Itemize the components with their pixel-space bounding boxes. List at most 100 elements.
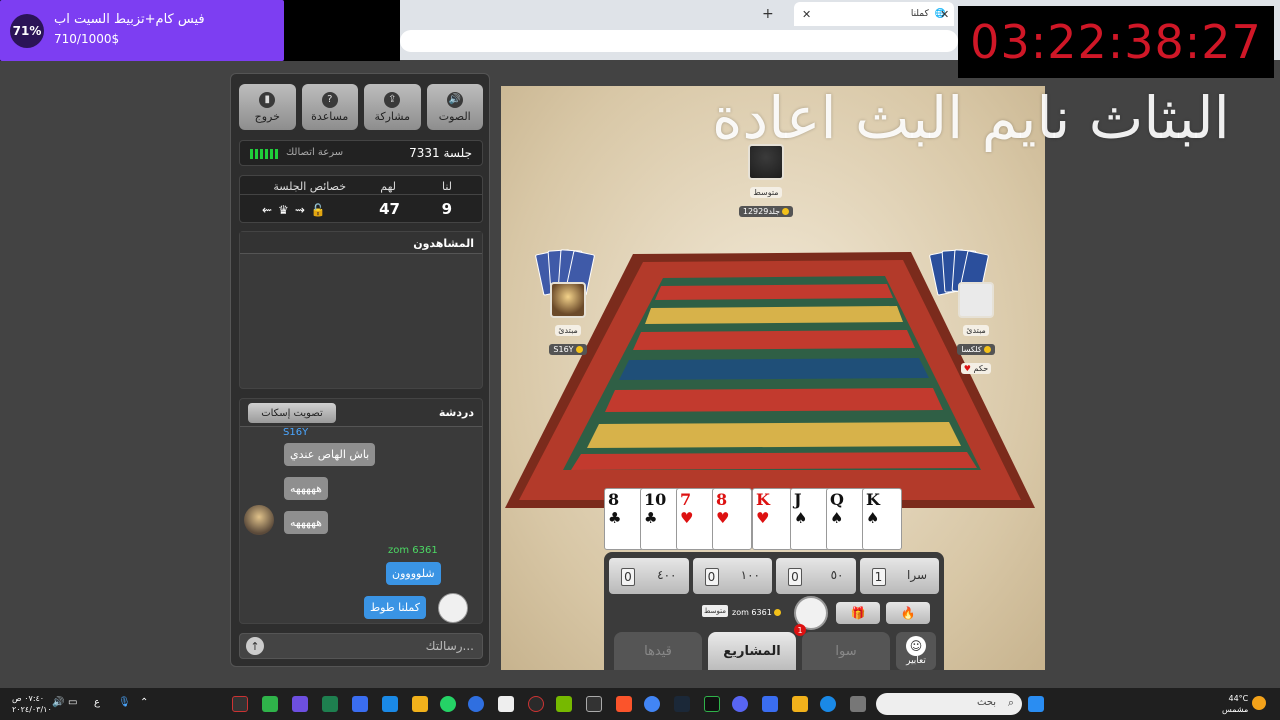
taskbar-clock[interactable]: ٠٧:٤٠ ص ٢٠٢٤/٠٣/١٠ [12, 693, 52, 715]
sound-label: الصوت [438, 109, 471, 123]
epic-games-icon[interactable] [232, 696, 248, 712]
app-icon[interactable] [498, 696, 514, 712]
browser-tab-active[interactable]: ✕ كملنا 🌐 [794, 2, 954, 26]
hand-card[interactable]: 8 ♥ [712, 488, 752, 550]
player-name: كلكسا [957, 344, 995, 355]
hand-card[interactable]: K ♥ [752, 488, 792, 550]
mute-vote-button[interactable]: تصويت إسكات [248, 403, 336, 423]
store-icon[interactable] [762, 696, 778, 712]
bid-100-button[interactable]: 0 ١٠٠ [692, 558, 772, 594]
question-icon: ? [321, 91, 338, 108]
gift-button[interactable]: 🎁 [836, 602, 880, 624]
coin-icon [983, 346, 991, 353]
volume-icon[interactable]: 🔊 [52, 697, 64, 708]
app-icon[interactable] [704, 696, 720, 712]
donation-goal-overlay: 71% فيس كام+تزبيط السيت اب 710/1000$ [0, 0, 400, 61]
bidding-panel: 0 ٤٠٠ 0 ١٠٠ 0 ٥٠ 1 سرا متوسط zom 6361 🎁 🔥 قي… [604, 552, 944, 670]
bid-count: 0 [788, 568, 802, 586]
heart-icon: ♥ [963, 364, 971, 373]
sound-button[interactable]: 🔊 الصوت [426, 84, 483, 130]
steam-icon[interactable] [674, 696, 690, 712]
weather-widget[interactable]: 44°C مشمس [1222, 693, 1248, 715]
player-left[interactable]: مبتدئ S16Y [537, 282, 599, 356]
exit-label: خروج [254, 109, 280, 123]
new-tab-button[interactable]: + [762, 2, 774, 26]
bid-count: 0 [704, 568, 719, 586]
share-button[interactable]: ⇪ مشاركة [364, 84, 421, 130]
card-suit: ♥ [756, 509, 770, 527]
gift-icon: 🎁 [850, 606, 866, 620]
player-right[interactable]: مبتدئ كلكسا ♥ حكم [945, 282, 1007, 375]
qaidha-button[interactable]: قيدها [614, 632, 702, 670]
browser-tab-close[interactable]: ✕ [940, 2, 949, 26]
app-icon[interactable] [382, 696, 398, 712]
hand-card[interactable]: Q ♠ [826, 488, 866, 550]
signal-bars-icon [250, 149, 278, 159]
windows-start-icon[interactable] [1028, 696, 1044, 712]
taskbar-search[interactable]: بحث ⌕ [876, 693, 1022, 715]
chat-message-input[interactable]: رسالتك... ↑ [239, 633, 483, 659]
us-score: 9 [441, 200, 452, 218]
app-icon[interactable] [468, 696, 484, 712]
card-rank: 10 [644, 490, 667, 509]
player-info-row: متوسط zom 6361 🎁 🔥 [604, 596, 944, 630]
app-icon[interactable] [262, 696, 278, 712]
app-icon[interactable] [528, 696, 544, 712]
address-bar[interactable] [400, 30, 958, 52]
my-level: متوسط [702, 605, 728, 617]
sawa-button[interactable]: سوا [802, 632, 890, 670]
bid-count: 1 [871, 568, 886, 586]
close-tab-icon[interactable]: ✕ [802, 8, 811, 21]
whatsapp-icon[interactable] [440, 696, 456, 712]
player-top[interactable]: متوسط جلد12929 [735, 144, 797, 218]
hand-card[interactable]: J ♠ [790, 488, 830, 550]
app-icon[interactable] [412, 696, 428, 712]
close-tab-icon[interactable]: ✕ [940, 8, 949, 21]
player-level: مبتدئ [555, 325, 581, 336]
send-arrow-icon[interactable]: ↑ [246, 637, 264, 655]
projects-button[interactable]: المشاريع [708, 632, 796, 670]
chat-input-placeholder: رسالتك... [425, 639, 474, 653]
task-view-icon[interactable] [850, 696, 866, 712]
exit-button[interactable]: ▮ خروج [239, 84, 296, 130]
hand-card[interactable]: 8 ♣ [604, 488, 644, 550]
app-icon[interactable] [292, 696, 308, 712]
player-avatar [550, 282, 586, 318]
bid-sira-button[interactable]: 1 سرا [859, 558, 939, 594]
chrome-icon[interactable] [644, 696, 660, 712]
hand-card[interactable]: K ♠ [862, 488, 902, 550]
action-buttons: قيدها المشاريع 1 سوا ☺ تعابير [614, 624, 936, 670]
taskbar: ٠٧:٤٠ ص ٢٠٢٤/٠٣/١٠ 🔊 ▭ ع 🎙 ⌃ بحث ⌕ 44°C … [0, 688, 1280, 720]
bid-options: 0 ٤٠٠ 0 ١٠٠ 0 ٥٠ 1 سرا [609, 558, 939, 594]
excel-icon[interactable] [322, 696, 338, 712]
app-icon[interactable] [352, 696, 368, 712]
score-table: لنا لهم خصائص الجلسة 9 47 ⇜♛⇝🔓 [239, 175, 483, 223]
donation-title: فيس كام+تزبيط السيت اب [54, 12, 205, 27]
epic-icon[interactable] [586, 696, 602, 712]
folder-icon[interactable] [792, 696, 808, 712]
chat-message: هههههه [284, 511, 328, 534]
emotes-button[interactable]: ☺ تعابير [896, 632, 936, 670]
bid-400-button[interactable]: 0 ٤٠٠ [609, 558, 689, 594]
hand-card[interactable]: 7 ♥ [676, 488, 716, 550]
player-role-badge: ♥ حكم [960, 363, 992, 374]
bid-50-button[interactable]: 0 ٥٠ [776, 558, 856, 594]
network-icon[interactable]: ▭ [68, 697, 77, 708]
session-property-icons: ⇜♛⇝🔓 [262, 203, 332, 217]
help-label: مساعدة [311, 109, 349, 123]
clock-time: ٠٧:٤٠ ص [12, 694, 45, 703]
donation-amount: 710/1000$ [54, 32, 120, 46]
fire-button[interactable]: 🔥 [886, 602, 930, 624]
brave-icon[interactable] [616, 696, 632, 712]
us-header: لنا [441, 180, 452, 193]
mic-icon[interactable]: 🎙 [118, 697, 131, 708]
help-button[interactable]: ? مساعدة [301, 84, 358, 130]
discord-icon[interactable] [732, 696, 748, 712]
bid-count: 0 [621, 568, 635, 586]
language-indicator[interactable]: ع [94, 697, 100, 708]
edge-icon[interactable] [820, 696, 836, 712]
hand-card[interactable]: 10 ♣ [640, 488, 680, 550]
score-divider [240, 194, 482, 195]
nvidia-icon[interactable] [556, 696, 572, 712]
chevron-up-icon[interactable]: ⌃ [140, 697, 148, 708]
